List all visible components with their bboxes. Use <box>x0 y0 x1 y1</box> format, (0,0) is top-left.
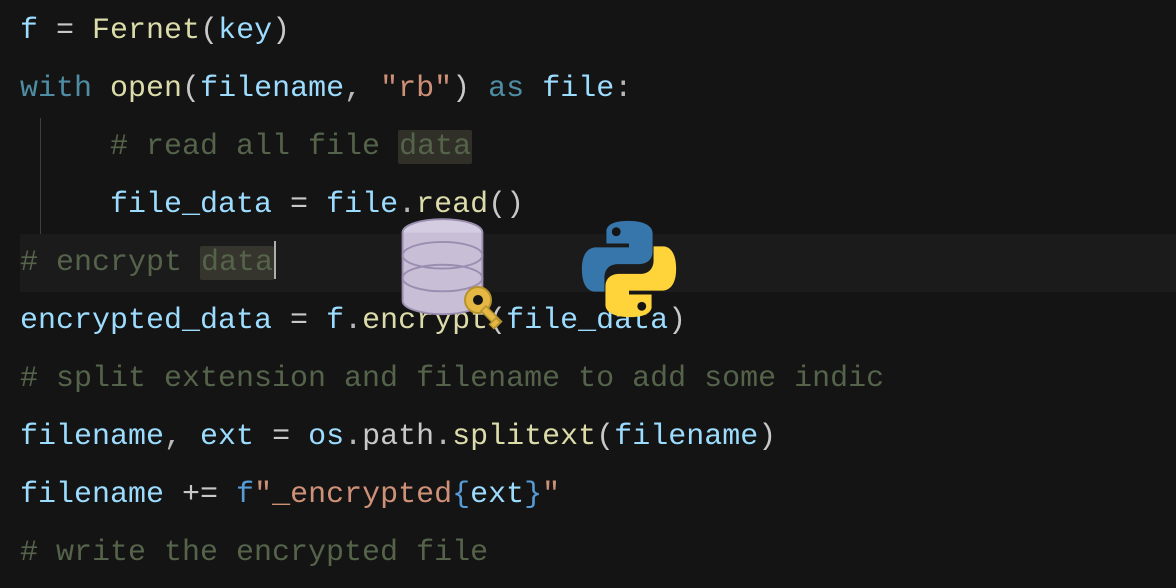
code-line[interactable]: filename, ext = os.path.splitext(filenam… <box>20 408 1176 466</box>
variable: file_data <box>110 188 272 222</box>
variable: file <box>542 72 614 106</box>
variable: f <box>20 14 38 48</box>
paren: ) <box>452 72 470 106</box>
builtin-function: open <box>110 72 182 106</box>
argument: filename <box>200 72 344 106</box>
variable: filename <box>20 478 164 512</box>
string-literal: "rb" <box>380 72 452 106</box>
code-line[interactable]: with open(filename, "rb") as file: <box>20 60 1176 118</box>
operator: = <box>272 188 326 222</box>
string-literal: "_encrypted <box>254 478 452 512</box>
keyword: with <box>20 72 92 106</box>
dot: . <box>434 420 452 454</box>
space <box>92 72 110 106</box>
text-cursor <box>274 241 276 279</box>
indent <box>20 130 110 164</box>
operator: = <box>254 420 308 454</box>
comment: # read all file <box>110 130 398 164</box>
paren: ( <box>182 72 200 106</box>
operator: = <box>272 304 326 338</box>
fstring-brace: } <box>524 478 542 512</box>
overlay-icons <box>395 215 683 346</box>
indent <box>20 188 110 222</box>
paren: ) <box>272 14 290 48</box>
fstring-prefix: f <box>236 478 254 512</box>
key-icon <box>460 282 512 357</box>
highlighted-word: data <box>398 130 472 164</box>
variable: f <box>326 304 344 338</box>
comma: , <box>344 72 380 106</box>
variable: ext <box>200 420 254 454</box>
keyword: as <box>488 72 524 106</box>
comment: # write the encrypted file <box>20 536 488 570</box>
code-line[interactable]: # split extension and filename to add so… <box>20 350 1176 408</box>
fstring-variable: ext <box>470 478 524 512</box>
comment: # split extension and filename to add so… <box>20 362 884 396</box>
variable: encrypted_data <box>20 304 272 338</box>
property: path <box>362 420 434 454</box>
method-call: splitext <box>452 420 596 454</box>
space <box>524 72 542 106</box>
code-line[interactable]: # read all file data <box>20 118 1176 176</box>
python-icon <box>575 215 683 346</box>
highlighted-word: data <box>200 246 274 280</box>
colon: : <box>614 72 632 106</box>
function-call: Fernet <box>92 14 200 48</box>
operator: = <box>38 14 92 48</box>
code-line[interactable]: f = Fernet(key) <box>20 2 1176 60</box>
comment: # encrypt <box>20 246 200 280</box>
paren: ( <box>200 14 218 48</box>
code-line[interactable]: filename += f"_encrypted{ext}" <box>20 466 1176 524</box>
space <box>470 72 488 106</box>
variable: file <box>326 188 398 222</box>
argument: filename <box>614 420 758 454</box>
operator: += <box>164 478 236 512</box>
paren: ( <box>596 420 614 454</box>
string-literal: " <box>542 478 560 512</box>
fstring-brace: { <box>452 478 470 512</box>
paren: ) <box>758 420 776 454</box>
database-with-key-icon <box>395 217 490 345</box>
dot: . <box>344 304 362 338</box>
dot: . <box>344 420 362 454</box>
code-line[interactable]: # write the encrypted file <box>20 524 1176 582</box>
module: os <box>308 420 344 454</box>
argument: key <box>218 14 272 48</box>
variable: filename <box>20 420 164 454</box>
comma: , <box>164 420 200 454</box>
